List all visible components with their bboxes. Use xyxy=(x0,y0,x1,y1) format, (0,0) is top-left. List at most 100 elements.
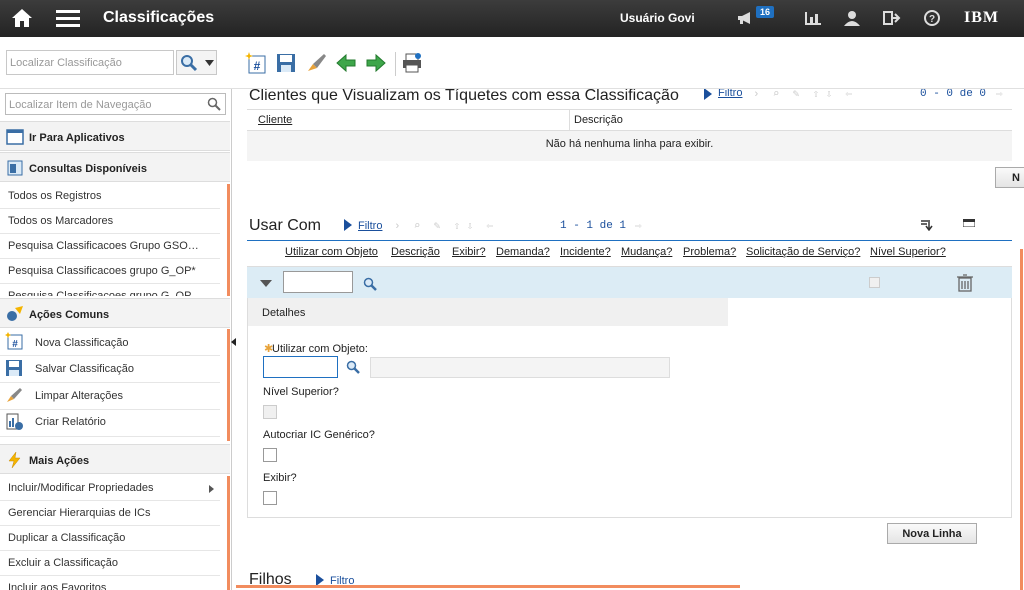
queries-header[interactable]: Consultas Disponíveis xyxy=(0,152,230,182)
search-icon[interactable] xyxy=(207,97,221,111)
actions-icon xyxy=(7,306,23,321)
usecom-filter-link[interactable]: Filtro xyxy=(358,220,382,232)
show-checkbox[interactable] xyxy=(263,491,277,505)
window-icon xyxy=(6,129,24,145)
lookup-icon[interactable] xyxy=(346,360,360,374)
download-icon[interactable] xyxy=(920,220,934,231)
logout-icon[interactable] xyxy=(883,10,901,26)
manage-hierarchies-item[interactable]: Gerenciar Hierarquias de ICs xyxy=(0,501,220,526)
more-actions-header[interactable]: Mais Ações xyxy=(0,444,230,474)
home-icon[interactable] xyxy=(10,8,34,28)
chart-icon[interactable] xyxy=(804,10,822,26)
parent-field-label: Nível Superior? xyxy=(263,386,339,398)
save-classification-item[interactable]: Salvar Classificação xyxy=(0,356,220,383)
clients-filter-link[interactable]: Filtro xyxy=(718,89,742,99)
search-options-button[interactable] xyxy=(176,50,217,75)
minimize-icon[interactable] xyxy=(963,219,975,227)
chevron-down-icon xyxy=(205,60,214,66)
add-properties-item[interactable]: Incluir/Modificar Propriedades xyxy=(0,476,220,501)
query-item[interactable]: Todos os Marcadores xyxy=(0,209,220,234)
help-icon[interactable]: ? xyxy=(923,10,941,26)
column-divider xyxy=(569,110,570,131)
megaphone-icon[interactable] xyxy=(736,10,754,26)
col-descricao[interactable]: Descrição xyxy=(574,114,623,126)
query-item[interactable]: Todos os Registros xyxy=(0,184,220,209)
query-item[interactable]: Pesquisa Classificacoes grupo G_OP* xyxy=(0,259,220,284)
col-demanda[interactable]: Demanda? xyxy=(496,246,550,258)
col-descricao[interactable]: Descrição xyxy=(391,246,440,258)
common-actions-label: Ações Comuns xyxy=(29,309,110,321)
menu-icon[interactable] xyxy=(56,8,80,28)
common-actions-list: # Nova Classificação Salvar Classificaçã… xyxy=(0,329,230,444)
new-row-button[interactable]: Nova Linha xyxy=(887,523,977,544)
clients-empty-message: Não há nenhuma linha para exibir. xyxy=(247,131,1012,161)
col-exibir[interactable]: Exibir? xyxy=(452,246,486,258)
app-title: Classificações xyxy=(103,9,215,26)
query-item[interactable]: Pesquisa Classificacoes grupo G_OP xyxy=(0,284,220,296)
queries-scrollbar[interactable] xyxy=(227,184,230,296)
details-header: Detalhes xyxy=(248,298,728,326)
show-field-label: Exibir? xyxy=(263,472,297,484)
next-page-icon: ⇨ xyxy=(996,89,1003,101)
col-solicitacao[interactable]: Solicitação de Serviço? xyxy=(746,246,860,258)
clients-section-title: Clientes que Visualizam os Tíquetes com … xyxy=(249,89,679,104)
user-name: Usuário Govi xyxy=(620,11,695,25)
svg-text:#: # xyxy=(12,339,18,350)
col-nivel-superior[interactable]: Nível Superior? xyxy=(870,246,946,258)
nav-search-input[interactable]: Localizar Item de Navegação xyxy=(5,93,226,115)
usecom-row-selected[interactable] xyxy=(247,267,1012,298)
object-description-field xyxy=(370,357,670,378)
collapse-row-icon[interactable] xyxy=(260,280,272,287)
previous-arrow-icon[interactable] xyxy=(335,52,357,74)
new-classification-item[interactable]: # Nova Classificação xyxy=(0,329,220,356)
add-properties-label: Incluir/Modificar Propriedades xyxy=(8,482,154,494)
user-icon[interactable] xyxy=(843,10,861,26)
go-to-apps-label: Ir Para Aplicativos xyxy=(29,132,125,144)
filter-arrow-icon xyxy=(704,89,712,100)
col-problema[interactable]: Problema? xyxy=(683,246,736,258)
autocreate-checkbox[interactable] xyxy=(263,448,277,462)
usecom-table-header: Utilizar com Objeto Descrição Exibir? De… xyxy=(247,241,1012,267)
more-actions-scrollbar[interactable] xyxy=(227,476,230,590)
search-classification-input[interactable]: Localizar Classificação xyxy=(6,50,174,75)
notification-badge[interactable]: 16 xyxy=(756,6,775,18)
next-arrow-icon[interactable] xyxy=(365,52,387,74)
lookup-icon[interactable] xyxy=(363,277,377,291)
row-object-input[interactable] xyxy=(283,271,353,293)
usecom-section-title: Usar Com xyxy=(249,217,322,234)
chevron-right-icon xyxy=(209,485,214,493)
clear-changes-item[interactable]: Limpar Alterações xyxy=(0,383,220,410)
query-item[interactable]: Pesquisa Classificacoes Grupo GSO… xyxy=(0,234,220,259)
clients-new-button[interactable]: N xyxy=(995,167,1024,188)
main-content: Clientes que Visualizam os Tíquetes com … xyxy=(236,89,1024,590)
next-page-icon: ⇨ xyxy=(635,221,642,233)
clear-changes-icon[interactable] xyxy=(305,52,327,74)
queries-label: Consultas Disponíveis xyxy=(29,163,147,175)
new-record-icon[interactable]: # xyxy=(245,52,267,74)
queries-icon xyxy=(7,160,23,176)
delete-item[interactable]: Excluir a Classificação xyxy=(0,551,220,576)
common-actions-header[interactable]: Ações Comuns xyxy=(0,298,230,328)
clients-nav-disabled: › ⌕ ✎ ⇧ ⇩ ⇦ xyxy=(753,89,853,101)
col-utilizar-com-objeto[interactable]: Utilizar com Objeto xyxy=(285,246,378,258)
create-report-item[interactable]: Criar Relatório xyxy=(0,410,220,437)
col-cliente[interactable]: Cliente xyxy=(258,114,292,126)
common-actions-scrollbar[interactable] xyxy=(227,329,230,441)
duplicate-item[interactable]: Duplicar a Classificação xyxy=(0,526,220,551)
save-classification-label: Salvar Classificação xyxy=(35,363,135,375)
save-icon[interactable] xyxy=(275,52,297,74)
col-mudanca[interactable]: Mudança? xyxy=(621,246,672,258)
go-to-apps-header[interactable]: Ir Para Aplicativos xyxy=(0,121,230,151)
horizontal-scrollbar[interactable] xyxy=(236,585,740,588)
col-incidente[interactable]: Incidente? xyxy=(560,246,611,258)
row-parent-checkbox xyxy=(869,277,880,288)
usecom-pager: 1 - 1 de 1 xyxy=(560,220,627,232)
object-field-input[interactable] xyxy=(263,356,338,378)
object-field-label: Utilizar com Objeto: xyxy=(272,343,368,355)
trash-icon[interactable] xyxy=(957,274,973,292)
print-icon[interactable] xyxy=(401,52,423,74)
vertical-scrollbar[interactable] xyxy=(1020,249,1023,590)
add-favorites-item[interactable]: Incluir aos Favoritos xyxy=(0,576,220,590)
usecom-nav-disabled: › ⌕ ✎ ⇧ ⇩ ⇦ xyxy=(394,221,494,233)
navigation-sidebar: Localizar Item de Navegação Ir Para Apli… xyxy=(0,89,232,590)
